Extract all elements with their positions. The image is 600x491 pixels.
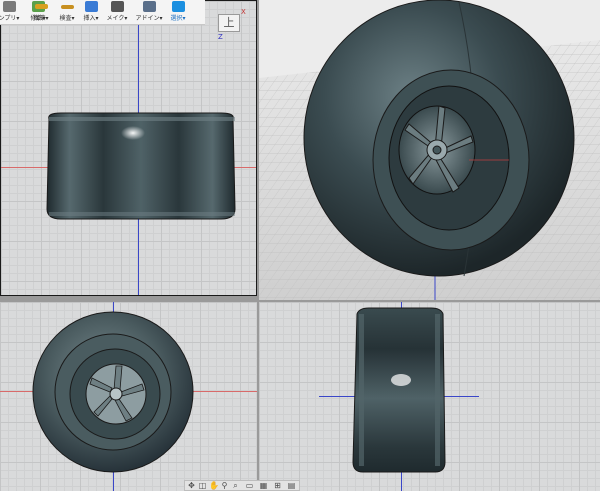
toolbar-label: 検査▾ <box>59 15 75 22</box>
insert-icon <box>85 1 98 12</box>
display-settings-icon[interactable]: ▭ <box>245 481 254 490</box>
viewport-front-view[interactable] <box>0 302 257 491</box>
navigation-bar: ✥ ◫ ✋ ⚲ ⌕ ▭ ▦ ⊞ ▤ <box>184 480 300 491</box>
perspective-scene <box>259 0 600 300</box>
select-icon <box>172 1 185 12</box>
fit-icon[interactable]: ⌕ <box>231 481 240 490</box>
toolbar-label: 選択▾ <box>170 15 186 22</box>
toolbar-label: 構築▾ <box>33 15 49 22</box>
grid-settings-icon[interactable]: ▦ <box>259 481 268 490</box>
x-axis-label: X <box>241 8 246 16</box>
insert-menu-button[interactable]: 挿入▾ <box>80 0 102 24</box>
layout-icon[interactable]: ▤ <box>287 481 296 490</box>
toolbar-label: ンプリ▾ <box>0 15 20 22</box>
addins-icon <box>143 1 156 12</box>
pan-icon[interactable]: ✋ <box>209 481 219 490</box>
zoom-icon[interactable]: ⚲ <box>220 481 229 490</box>
look-at-icon[interactable]: ◫ <box>198 481 207 490</box>
make-icon <box>111 1 124 12</box>
tire-side-model[interactable] <box>1 1 257 296</box>
tire-profile-model[interactable] <box>259 302 600 491</box>
inspect-menu-button[interactable]: 検査▾ <box>56 0 78 24</box>
sculpt-icon <box>3 1 16 12</box>
addins-menu-button[interactable]: アドイン▾ <box>134 0 164 24</box>
construct-icon <box>35 4 48 9</box>
sculpt-menu-button[interactable]: ンプリ▾ <box>0 0 26 24</box>
inspect-icon <box>61 5 74 9</box>
tire-front-model[interactable] <box>0 302 257 491</box>
toolbar-label: アドイン▾ <box>135 15 163 22</box>
viewport-right-view[interactable] <box>259 302 600 491</box>
construct-menu-button[interactable]: 構築▾ <box>31 0 51 24</box>
viewports-icon[interactable]: ⊞ <box>273 481 282 490</box>
orbit-icon[interactable]: ✥ <box>187 481 196 490</box>
toolbar-label: メイク▾ <box>106 15 128 22</box>
select-menu-button[interactable]: 選択▾ <box>166 0 190 24</box>
toolbar: ンプリ▾ 修正▾ 構築▾ 検査▾ 挿入▾ メイク▾ アドイン▾ 選択▾ <box>0 0 205 25</box>
z-axis-label: Z <box>218 33 223 41</box>
make-menu-button[interactable]: メイク▾ <box>106 0 128 24</box>
viewcube-top-face[interactable]: 上 <box>218 14 240 32</box>
viewcube[interactable]: 上 X Z <box>212 8 246 41</box>
viewport-perspective[interactable] <box>259 0 600 300</box>
toolbar-label: 挿入▾ <box>83 15 99 22</box>
viewport-top-view[interactable] <box>0 0 257 296</box>
